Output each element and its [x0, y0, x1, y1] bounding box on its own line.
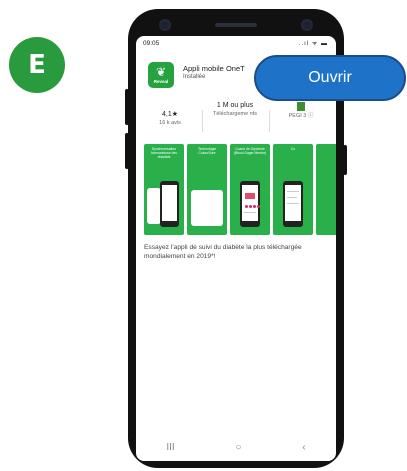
volume-button	[125, 89, 129, 125]
app-screen-image	[242, 185, 260, 221]
text-line	[244, 212, 256, 213]
text-line	[287, 191, 299, 192]
speaker-grille	[215, 23, 257, 27]
app-icon[interactable]: ❦ Reveal	[148, 62, 174, 88]
power-button	[343, 145, 347, 175]
rating-count: 16 k avis	[159, 120, 181, 126]
color-range-dots	[245, 205, 260, 208]
screenshot-5[interactable]	[316, 144, 336, 235]
screenshot-caption: Technologie ColourSure	[197, 147, 217, 156]
drop-leaf-icon: ❦	[155, 65, 167, 79]
signal-wifi-battery-icons: ..ıl ᯤ ▬	[298, 41, 328, 47]
rating-stat[interactable]: 4,1★ 16 k avis	[150, 110, 190, 127]
app-icon-brand: Reveal	[153, 79, 169, 84]
text-line	[287, 197, 297, 198]
recent-apps-icon[interactable]: III	[166, 442, 174, 453]
meter-device-image	[191, 190, 223, 226]
step-badge: E	[9, 37, 65, 93]
meter-device-image	[147, 188, 161, 224]
install-status: Installée	[183, 74, 206, 80]
chart-bar-image	[245, 193, 255, 199]
downloads-value: 1 M ou plus	[216, 102, 254, 109]
app-stats: 4,1★ 16 k avis 1 M ou plus Téléchargeme …	[136, 102, 336, 144]
screenshot-4[interactable]: Co	[273, 144, 313, 235]
sensor-icon	[161, 21, 169, 29]
home-icon[interactable]: ○	[235, 442, 241, 453]
screenshot-carousel[interactable]: Synchronisation harmonieuse des résultat…	[144, 144, 336, 236]
phone-image	[240, 181, 260, 227]
app-description: Essayez l’appli de suivi du diabète la p…	[144, 244, 302, 260]
android-nav-bar: III ○ ‹	[136, 433, 336, 461]
divider	[269, 110, 270, 132]
screenshot-2[interactable]: Technologie ColourSure	[187, 144, 227, 235]
screenshot-caption: Co	[290, 147, 296, 151]
volume-button-2	[125, 133, 129, 169]
phone-image	[160, 181, 179, 227]
camera-bar	[161, 15, 311, 35]
open-button[interactable]: Ouvrir	[254, 55, 406, 101]
downloads-stat: 1 M ou plus Téléchargeme nts	[212, 102, 258, 118]
status-bar: 09:05 ..ıl ᯤ ▬	[136, 36, 336, 52]
rating-value: 4,1★	[161, 111, 178, 118]
downloads-label: Téléchargeme nts	[212, 111, 258, 117]
status-time: 09:05	[143, 40, 160, 47]
pegi-stat[interactable]: PEGI 3 ⓘ	[278, 102, 324, 120]
screenshot-1[interactable]: Synchronisation harmonieuse des résultat…	[144, 144, 184, 235]
divider	[202, 110, 203, 132]
text-line	[287, 203, 299, 204]
app-title: Appli mobile OneT	[183, 64, 245, 73]
app-screen-image	[285, 185, 301, 221]
pegi-rating-icon	[297, 102, 305, 111]
pegi-label: PEGI 3 ⓘ	[288, 113, 314, 119]
screenshot-3[interactable]: Coach de Glycémie (Blood Sugar Mentor)	[230, 144, 270, 235]
phone-image	[283, 181, 303, 227]
screenshot-caption: Coach de Glycémie (Blood Sugar Mentor)	[233, 147, 267, 156]
back-icon[interactable]: ‹	[302, 442, 305, 453]
screenshot-caption: Synchronisation harmonieuse des résultat…	[150, 147, 177, 160]
front-camera-icon	[303, 21, 311, 29]
